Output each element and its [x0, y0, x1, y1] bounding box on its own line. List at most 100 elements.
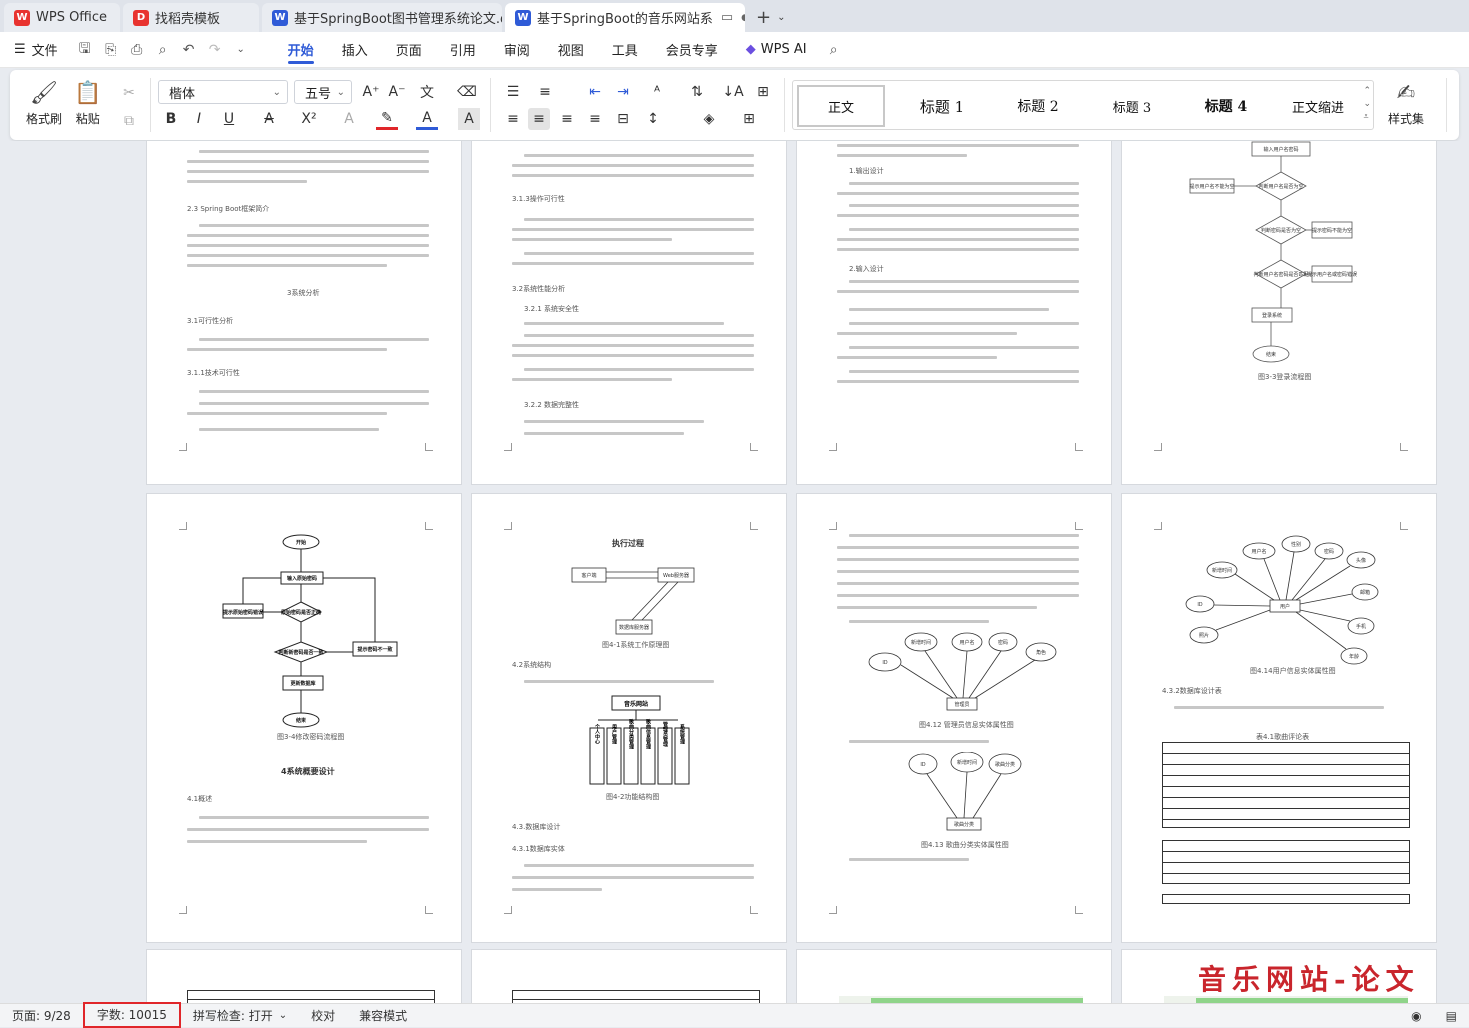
tab-insert[interactable]: 插入	[328, 32, 382, 68]
document-canvas[interactable]: 2.3 Spring Boot框架简介 3系统分析 3.1可行性分析 3.1.1…	[0, 141, 1469, 1003]
word-count[interactable]: 字数: 10015	[82, 1001, 181, 1028]
increase-indent-icon[interactable]: ⇥	[612, 81, 634, 103]
page-thumbnail[interactable]: 3.1.3操作可行性 3.2系统性能分析 3.2.1 系统安全性 3.2.2 数…	[471, 141, 787, 485]
tab-music-thesis[interactable]: W 基于SpringBoot的音乐网站系 ▭ ●	[505, 3, 745, 32]
function-structure-diagram: 音乐网站 个人中心 用户管理 歌曲分类管理 歌曲信息管理 管理员管理 系统管理	[589, 695, 690, 785]
proofread-button[interactable]: 校对	[299, 1004, 347, 1028]
heading: 3.1.1技术可行性	[187, 369, 240, 377]
phonetic-icon[interactable]: 文	[416, 81, 438, 103]
print-icon[interactable]: ⎙	[124, 32, 150, 68]
tab-tools[interactable]: 工具	[598, 32, 652, 68]
shrink-font-icon[interactable]: A⁻	[386, 81, 408, 103]
superscript-icon[interactable]: X²	[298, 108, 320, 130]
align-right-icon[interactable]: ≡	[556, 108, 578, 130]
line-spacing-icon[interactable]: ↕	[642, 108, 664, 130]
distribute-icon[interactable]: ⊟	[612, 108, 634, 130]
page-thumbnail[interactable]: 输入用户名密码 判断用户名是否为空 提示用户名不能为空 判断密码是否为空 提示密…	[1121, 141, 1437, 485]
hamburger-icon: ☰	[14, 42, 26, 57]
align-left-icon[interactable]: ≡	[502, 108, 524, 130]
divider	[784, 78, 785, 132]
chevron-down-icon: ⌄	[272, 86, 281, 98]
file-menu[interactable]: ☰ 文件	[14, 32, 72, 68]
spell-check-toggle[interactable]: 拼写检查: 打开 ⌄	[181, 1004, 299, 1028]
watermark: 音乐网站-论文	[1198, 963, 1420, 996]
wps-ai-button[interactable]: ◆ WPS AI	[732, 32, 821, 68]
page-thumbnail[interactable]: 2.3 Spring Boot框架简介 3系统分析 3.1可行性分析 3.1.1…	[146, 141, 462, 485]
align-center-icon[interactable]: ≡	[528, 108, 550, 130]
format-painter-button[interactable]: 🖌 格式刷	[26, 78, 62, 127]
admin-er-diagram: 管理员 ID 新增时间 用户名 密码 角色	[868, 632, 1057, 711]
page-thumbnail[interactable]: 开始 输入原始密码 提示原始密码错误 原始密码是否正确 判断新密码是否一致 提示…	[146, 493, 462, 943]
eraser-icon[interactable]: ⌫	[456, 81, 478, 103]
flow-node-text: 提示用户名或密码错误	[1307, 271, 1357, 278]
bullet-list-icon[interactable]: ☰	[502, 81, 524, 103]
cut-icon[interactable]: ✂	[118, 82, 140, 104]
italic-icon[interactable]: I	[188, 108, 210, 130]
eye-protection-icon[interactable]: ◉	[1399, 1004, 1433, 1028]
shading-icon[interactable]: ◈	[698, 108, 720, 130]
attribute-text: ID	[920, 762, 925, 768]
save-icon[interactable]: 🖫	[72, 32, 98, 68]
grow-font-icon[interactable]: A⁺	[360, 81, 382, 103]
style-heading-4[interactable]: 标题 4	[1181, 85, 1271, 127]
copy-icon[interactable]: ⧉	[118, 110, 140, 132]
page-thumbnail[interactable]	[796, 949, 1112, 1003]
tab-references[interactable]: 引用	[436, 32, 490, 68]
styles-scroll[interactable]: ⌃ ⌄ ⩡	[1363, 85, 1371, 124]
underline-icon[interactable]: U	[218, 108, 240, 130]
undo-icon[interactable]: ↶	[176, 32, 202, 68]
page-thumbnail[interactable]: 用户 新增时间 用户名 性别 密码 头像 邮箱 手机 年龄 ID 照片 图4.1…	[1121, 493, 1437, 943]
highlight-icon[interactable]: ✎	[376, 108, 398, 130]
new-tab-button[interactable]: + ⌄	[748, 3, 793, 32]
bold-icon[interactable]: B	[160, 108, 182, 130]
text-effect-icon[interactable]: A	[338, 108, 360, 130]
style-body-indent[interactable]: 正文缩进	[1273, 85, 1363, 127]
show-marks-icon[interactable]: ⊞	[752, 81, 774, 103]
search-icon[interactable]: ⌕	[821, 32, 847, 68]
sort-az-icon[interactable]: ↓A	[722, 81, 744, 103]
node-text: 客户端	[581, 572, 596, 579]
tab-home[interactable]: 开始	[274, 32, 328, 68]
strikethrough-icon[interactable]: A	[258, 108, 280, 130]
root-node-text: 音乐网站	[624, 700, 648, 708]
more-chevron-icon[interactable]: ⌄	[228, 32, 254, 68]
export-icon[interactable]: ⎘	[98, 32, 124, 68]
numbered-list-icon[interactable]: ≡	[534, 81, 556, 103]
style-heading-3[interactable]: 标题 3	[1087, 85, 1177, 127]
font-size-select[interactable]: 五号 ⌄	[294, 80, 352, 104]
page-thumbnail[interactable]	[146, 949, 462, 1003]
tab-review[interactable]: 审阅	[490, 32, 544, 68]
style-heading-2[interactable]: 标题 2	[993, 85, 1083, 127]
page-thumbnail[interactable]: 执行过程 客户端 Web服务器 数据库服务器 图4-1系统工作原理图 4.2系统…	[471, 493, 787, 943]
page-thumbnail[interactable]: 管理员 ID 新增时间 用户名 密码 角色 图4.12 管理员信息实体属性图 歌…	[796, 493, 1112, 943]
decrease-indent-icon[interactable]: ⇤	[584, 81, 606, 103]
redo-icon[interactable]: ↷	[202, 32, 228, 68]
print-preview-icon[interactable]: ⌕	[150, 32, 176, 68]
tab-wps-office[interactable]: W WPS Office	[4, 3, 120, 32]
module-text: 管理员管理	[662, 721, 668, 748]
sort-icon[interactable]: ⇅	[686, 81, 708, 103]
ai-icon: ◆	[745, 42, 756, 57]
paste-button[interactable]: 📋 粘贴	[74, 78, 101, 127]
char-shading-icon[interactable]: A	[458, 108, 480, 130]
borders-icon[interactable]: ⊞	[738, 108, 760, 130]
font-color-icon[interactable]: A	[416, 108, 438, 130]
page-thumbnail[interactable]	[471, 949, 787, 1003]
style-normal[interactable]: 正文	[797, 85, 885, 127]
tab-library-thesis[interactable]: W 基于SpringBoot图书管理系统论文.d	[262, 3, 502, 32]
page-view-icon[interactable]: ▤	[1434, 1004, 1469, 1028]
font-name-select[interactable]: 楷体 ⌄	[158, 80, 288, 104]
page-count[interactable]: 页面: 9/28	[0, 1004, 83, 1028]
figure-caption: 图4.12 管理员信息实体属性图	[919, 721, 1014, 729]
chevron-down-icon: ⌄	[336, 86, 345, 98]
heading: 4.1概述	[187, 795, 213, 803]
justify-icon[interactable]: ≡	[584, 108, 606, 130]
text-direction-icon[interactable]: ᴬ	[646, 81, 668, 103]
tab-view[interactable]: 视图	[544, 32, 598, 68]
tab-docer[interactable]: D 找稻壳模板	[123, 3, 259, 32]
style-heading-1[interactable]: 标题 1	[897, 85, 987, 127]
tab-member[interactable]: 会员专享	[652, 32, 732, 68]
tab-page[interactable]: 页面	[382, 32, 436, 68]
page-thumbnail[interactable]: 1.输出设计 2.输入设计	[796, 141, 1112, 485]
style-set-button[interactable]: ✍ 样式集	[1388, 78, 1424, 127]
